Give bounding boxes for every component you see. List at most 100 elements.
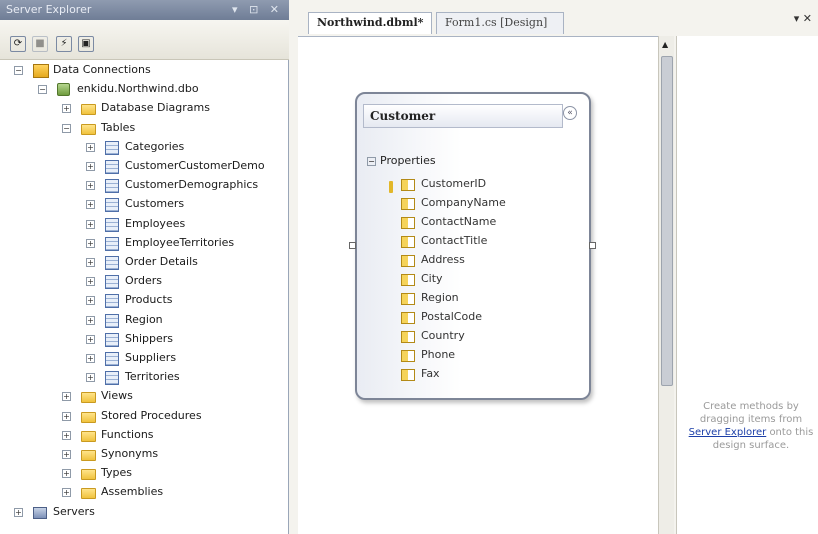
collapse-icon[interactable]: −: [38, 85, 47, 95]
expand-icon[interactable]: +: [62, 469, 71, 479]
data-connections-icon: [33, 64, 49, 78]
property-icon: [401, 217, 415, 229]
expand-icon[interactable]: +: [62, 430, 71, 440]
table-icon: [105, 179, 119, 194]
table-icon: [105, 160, 119, 174]
expand-icon[interactable]: +: [86, 200, 95, 210]
tab-form1-design[interactable]: Form1.cs [Design]: [436, 12, 564, 34]
tree-node-label: Tables: [101, 120, 136, 134]
right-resize-handle[interactable]: [589, 242, 596, 249]
tree-node-label: Suppliers: [125, 351, 177, 364]
property-icon: [401, 293, 415, 305]
expand-icon[interactable]: +: [86, 315, 95, 325]
tab-controls[interactable]: ▾ ✕: [794, 12, 812, 25]
table-icon: [105, 332, 119, 347]
server-explorer-title-bar: Server Explorer ▾ ⊡ ✕: [0, 0, 289, 20]
tree-node-label: enkidu.Northwind.dbo: [77, 82, 199, 96]
table-icon: [105, 140, 119, 155]
property-icon: [401, 198, 415, 210]
entity-header[interactable]: Customer: [363, 104, 563, 128]
left-resize-handle[interactable]: [349, 242, 356, 249]
tab-northwind-dbml[interactable]: Northwind.dbml*: [308, 12, 433, 34]
scroll-up-arrow-icon[interactable]: ▲: [662, 40, 668, 49]
property-icon: [401, 312, 415, 324]
customer-entity[interactable]: Customer « − Properties CustomerID Company…: [355, 92, 591, 400]
tree-node-label: Functions: [101, 427, 154, 441]
collapse-entity-icon[interactable]: «: [563, 106, 577, 120]
tree-node-label: Orders: [125, 274, 162, 288]
folder-icon: [81, 469, 96, 481]
expand-icon[interactable]: +: [86, 296, 95, 306]
stop-refresh-icon[interactable]: ■: [32, 36, 48, 52]
folder-icon: [81, 392, 96, 404]
server-explorer-toolbar: ⟳ ■ ⚡ ▣: [0, 20, 289, 60]
tree-node-label: Synonyms: [101, 447, 159, 460]
tree-node-label: Products: [125, 293, 173, 307]
expand-icon[interactable]: +: [86, 334, 95, 344]
properties-section-header[interactable]: − Properties: [367, 154, 436, 167]
tree-node-label: Views: [101, 389, 133, 403]
tree-node-label: Shippers: [125, 331, 173, 345]
expand-icon[interactable]: +: [86, 238, 95, 248]
tree-node-label: Types: [101, 466, 132, 480]
connect-to-server-icon[interactable]: ▣: [78, 36, 94, 52]
property-icon: [401, 255, 415, 267]
table-icon: [105, 275, 119, 290]
expand-icon[interactable]: +: [62, 392, 71, 402]
expand-icon[interactable]: +: [86, 354, 95, 363]
expand-icon[interactable]: +: [86, 219, 95, 229]
property-icon: [401, 179, 415, 191]
table-icon: [105, 256, 119, 270]
property-name: Region: [421, 291, 459, 304]
property-icon: [401, 369, 415, 381]
property-name: City: [421, 272, 443, 285]
property-name: Country: [421, 329, 465, 342]
document-tab-strip: Northwind.dbml* Form1.cs [Design] ▾ ✕: [296, 0, 818, 36]
server-explorer-title: Server Explorer: [6, 3, 92, 16]
property-name: ContactName: [421, 215, 497, 228]
table-icon: [105, 371, 119, 386]
folder-icon: [81, 104, 96, 116]
server-explorer-link[interactable]: Server Explorer: [689, 427, 767, 438]
property-name: CompanyName: [421, 196, 506, 209]
expand-icon[interactable]: +: [86, 258, 95, 267]
collapse-properties-icon[interactable]: −: [367, 157, 376, 166]
table-icon: [105, 198, 119, 213]
tree-node-label: Servers: [53, 504, 95, 518]
table-icon: [105, 352, 119, 366]
property-icon: [401, 350, 415, 362]
refresh-icon[interactable]: ⟳: [10, 36, 26, 52]
database-icon: [57, 83, 70, 97]
expand-icon[interactable]: +: [62, 488, 71, 498]
expand-icon[interactable]: +: [62, 411, 71, 421]
folder-icon: [81, 411, 96, 423]
collapse-icon[interactable]: −: [14, 66, 23, 75]
tree-node-label: Order Details: [125, 255, 198, 268]
tree-node-label: Employees: [125, 216, 186, 230]
expand-icon[interactable]: +: [14, 507, 23, 517]
expand-icon[interactable]: +: [62, 450, 71, 459]
collapse-icon[interactable]: −: [62, 123, 71, 133]
folder-icon: [81, 123, 96, 135]
expand-icon[interactable]: +: [86, 181, 95, 191]
methods-pane-hint: Create methods by dragging items from Se…: [687, 400, 815, 452]
tree-node-label: Assemblies: [101, 485, 164, 499]
expand-icon[interactable]: +: [86, 373, 95, 383]
scrollbar-thumb[interactable]: [661, 56, 673, 386]
tree-node-label: EmployeeTerritories: [125, 235, 235, 249]
title-bar-buttons[interactable]: ▾ ⊡ ✕: [232, 0, 283, 20]
vertical-scrollbar[interactable]: ▲: [658, 36, 674, 534]
expand-icon[interactable]: +: [86, 162, 95, 171]
properties-section-label: Properties: [380, 154, 436, 167]
tree-node-label: Data Connections: [53, 63, 151, 76]
expand-icon[interactable]: +: [86, 142, 95, 152]
tree-node-label: Categories: [125, 139, 185, 153]
property-icon: [401, 274, 415, 286]
methods-pane[interactable]: Create methods by dragging items from Se…: [676, 36, 818, 534]
property-name: PostalCode: [421, 310, 482, 323]
expand-icon[interactable]: +: [62, 104, 71, 114]
connect-to-database-icon[interactable]: ⚡: [56, 36, 72, 52]
primary-key-icon: [389, 181, 393, 193]
tree-node-label: Territories: [125, 370, 180, 384]
expand-icon[interactable]: +: [86, 277, 95, 287]
